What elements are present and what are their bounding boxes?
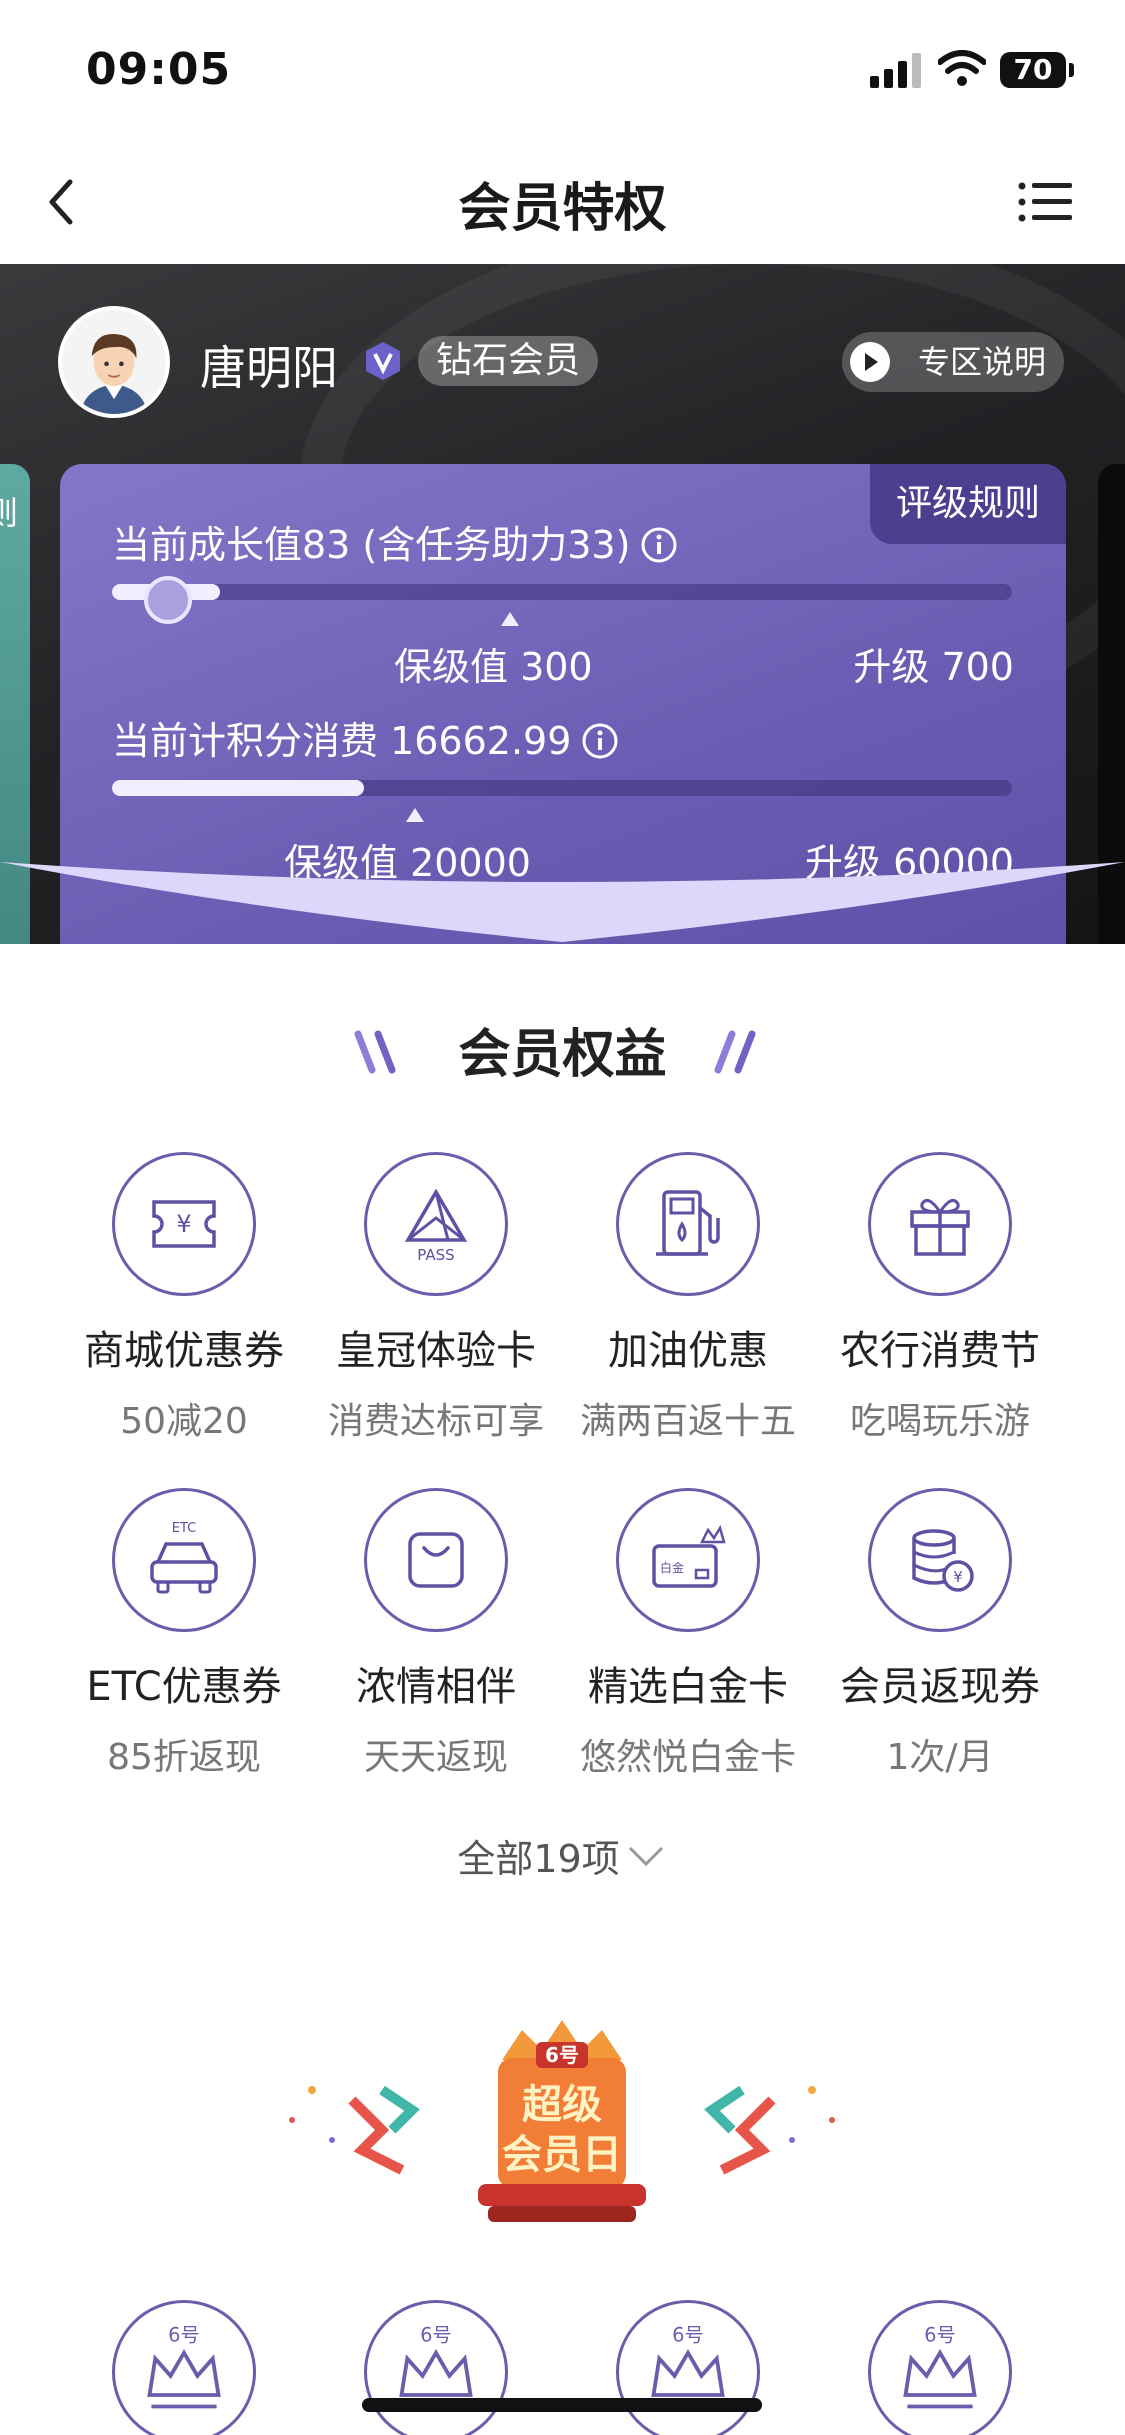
- benefit-desc: 天天返现: [363, 1737, 508, 1778]
- super-day-badge[interactable]: 6号: [616, 2300, 760, 2435]
- show-all-benefits-button[interactable]: 全部19项: [0, 1828, 1125, 1883]
- benefit-name: 精选白金卡: [588, 1664, 788, 1710]
- info-icon[interactable]: [581, 722, 619, 760]
- zone-info-label: 专区说明: [918, 343, 1047, 381]
- banner-title-line1: 超级: [522, 2082, 602, 2128]
- svg-text:6号: 6号: [420, 2323, 451, 2346]
- points-value-text: 当前计积分消费 16662.99: [112, 719, 572, 763]
- growth-upgrade-label: 升级 700: [853, 645, 1014, 689]
- pass-icon-text: PASS: [417, 1246, 454, 1264]
- diamond-member-badge-icon: [366, 342, 400, 380]
- coupon-icon: ¥: [152, 1200, 216, 1248]
- status-bar: 09:05 70: [0, 0, 1125, 140]
- gift-icon: [910, 1198, 970, 1256]
- info-icon[interactable]: [640, 526, 678, 564]
- svg-text:6号: 6号: [672, 2323, 703, 2346]
- benefit-name: 浓情相伴: [356, 1664, 516, 1710]
- crown-icon: 6号: [903, 2323, 977, 2409]
- battery-indicator: 70: [1000, 52, 1074, 88]
- title-decoration-icon: [714, 1030, 756, 1074]
- svg-text:6号: 6号: [168, 2323, 199, 2346]
- growth-progress-bar: [112, 584, 1012, 600]
- show-all-label: 全部19项: [457, 1837, 620, 1881]
- growth-keep-label: 保级值 300: [394, 645, 593, 689]
- home-indicator: [362, 2398, 762, 2412]
- benefit-desc: 悠然悦白金卡: [579, 1737, 796, 1778]
- benefit-name: 会员返现券: [840, 1664, 1040, 1710]
- crown-icon: 6号: [399, 2323, 473, 2409]
- cashback-coins-icon: ¥: [912, 1529, 974, 1592]
- benefit-desc: 1次/月: [886, 1737, 994, 1778]
- etc-car-icon: ETC: [150, 1521, 218, 1594]
- status-time: 09:05: [86, 44, 232, 95]
- benefit-name: ETC优惠券: [86, 1664, 282, 1710]
- svg-text:¥: ¥: [176, 1210, 191, 1238]
- benefit-abc-festival[interactable]: 农行消费节 吃喝玩乐游: [814, 1152, 1066, 1472]
- avatar[interactable]: [58, 306, 170, 418]
- benefit-name: 农行消费节: [840, 1328, 1040, 1374]
- member-hero: 唐明阳 钻石会员 专区说明 则 评级规则 当前成长值83 (含任务助力33) 保…: [0, 264, 1125, 944]
- banner-title-line2: 会员日: [502, 2132, 622, 2178]
- keep-level-marker-icon: [406, 808, 424, 822]
- rating-rules-button[interactable]: 评级规则: [870, 464, 1066, 544]
- list-menu-icon[interactable]: [1018, 180, 1074, 224]
- avatar-image: [62, 310, 166, 414]
- crown-icon: 6号: [651, 2323, 725, 2409]
- chevron-down-icon: [628, 1846, 663, 1867]
- banner-day-text: 6号: [545, 2043, 579, 2067]
- growth-progress-thumb-icon: [144, 576, 192, 624]
- member-level-tag: 钻石会员: [418, 336, 599, 386]
- points-progress-fill: [112, 780, 364, 796]
- benefit-name: 加油优惠: [608, 1328, 768, 1374]
- page-title: 会员特权: [458, 179, 667, 239]
- benefit-platinum-card[interactable]: 白金 精选白金卡 悠然悦白金卡: [562, 1488, 814, 1808]
- benefit-cashback-coupon[interactable]: ¥ 会员返现券 1次/月: [814, 1488, 1066, 1808]
- play-icon: [850, 342, 890, 382]
- svg-text:6号: 6号: [924, 2323, 955, 2346]
- super-day-badge[interactable]: 6号: [112, 2300, 256, 2435]
- wifi-icon: [938, 50, 986, 86]
- bag-icon: [408, 1532, 464, 1588]
- points-value-row: 当前计积分消费 16662.99: [112, 710, 619, 765]
- benefit-etc-coupon[interactable]: ETC ETC优惠券 85折返现: [58, 1488, 310, 1808]
- benefit-desc: 满两百返十五: [579, 1401, 796, 1442]
- benefit-name: 商城优惠券: [84, 1328, 284, 1374]
- prev-card-text: 则: [0, 494, 18, 532]
- super-member-day-banner[interactable]: 6号 超级 会员日: [272, 2020, 852, 2230]
- benefit-crown-pass[interactable]: PASS 皇冠体验卡 消费达标可享: [310, 1152, 562, 1472]
- platinum-card-icon: 白金: [652, 1524, 726, 1588]
- etc-icon-text: ETC: [172, 1521, 196, 1536]
- user-name: 唐明阳: [200, 341, 338, 395]
- fuel-icon: [656, 1190, 720, 1256]
- benefit-desc: 85折返现: [107, 1737, 261, 1778]
- benefit-desc: 吃喝玩乐游: [849, 1401, 1030, 1442]
- benefits-title: 会员权益: [458, 1025, 667, 1085]
- platinum-icon-text: 白金: [660, 1560, 684, 1575]
- points-progress-bar: [112, 780, 1012, 796]
- signal-icon: [870, 53, 921, 88]
- growth-value-row: 当前成长值83 (含任务助力33): [112, 514, 678, 569]
- crown-icon: 6号: [147, 2323, 221, 2409]
- nav-bar: 会员特权: [0, 140, 1125, 264]
- growth-value-text: 当前成长值83 (含任务助力33): [112, 523, 631, 567]
- benefit-loving-companion[interactable]: 浓情相伴 天天返现: [310, 1488, 562, 1808]
- pass-icon: PASS: [404, 1188, 468, 1264]
- benefit-desc: 50减20: [120, 1401, 248, 1442]
- keep-level-marker-icon: [501, 612, 519, 626]
- super-day-badge[interactable]: 6号: [868, 2300, 1012, 2435]
- svg-text:¥: ¥: [953, 1568, 963, 1586]
- benefit-name: 皇冠体验卡: [336, 1328, 536, 1374]
- hero-bottom-curve: [0, 862, 1125, 942]
- benefit-fuel-discount[interactable]: 加油优惠 满两百返十五: [562, 1152, 814, 1472]
- benefit-mall-coupon[interactable]: ¥ 商城优惠券 50减20: [58, 1152, 310, 1472]
- super-day-badge[interactable]: 6号: [364, 2300, 508, 2435]
- benefit-desc: 消费达标可享: [327, 1401, 544, 1442]
